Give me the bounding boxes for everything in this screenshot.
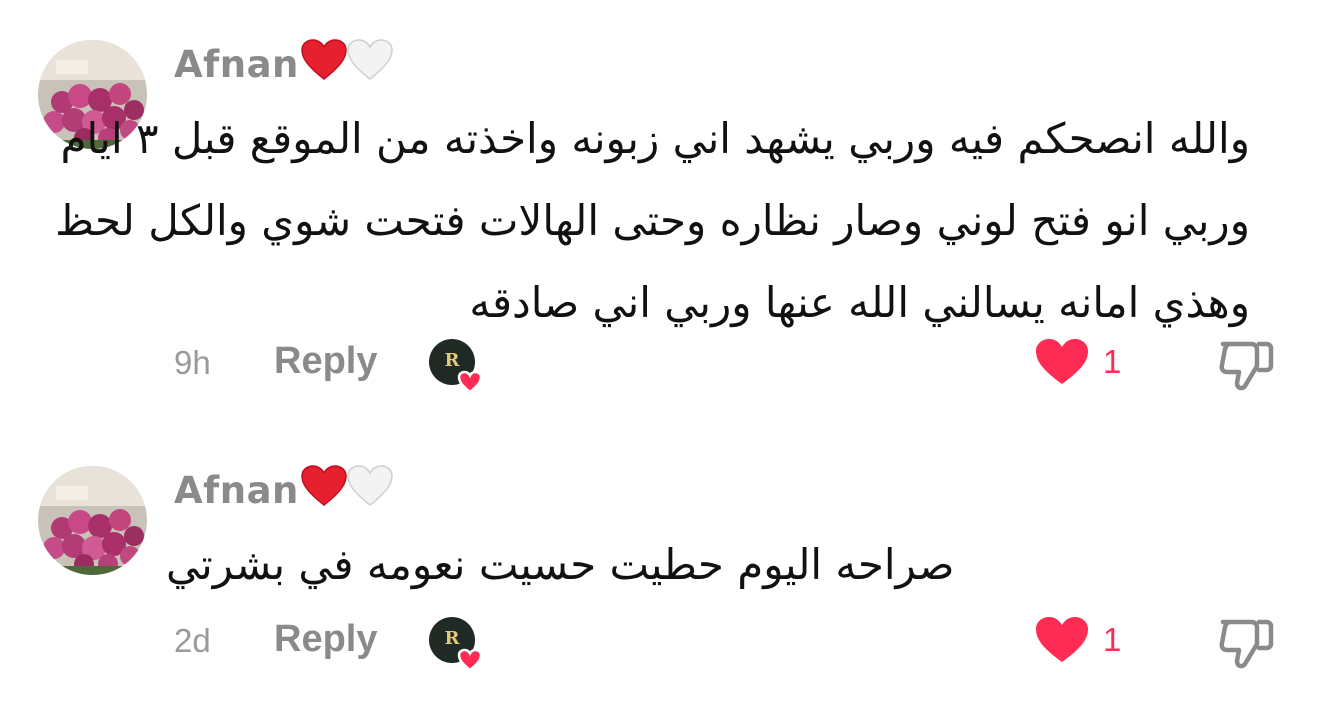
white-heart-icon — [347, 464, 393, 518]
like-button[interactable]: 1 — [1035, 616, 1121, 664]
red-heart-icon — [301, 38, 347, 92]
comment-text: صراحه اليوم حطيت حسيت نعومه في بشرتي — [166, 524, 1250, 606]
comment-actions: 9h Reply R 1 — [0, 330, 1320, 400]
heart-filled-icon — [1036, 339, 1088, 384]
timestamp: 2d — [174, 622, 211, 659]
creator-liked-badge-icon: R — [428, 336, 488, 396]
svg-text:R: R — [445, 628, 461, 649]
comment-line: والله انصحكم فيه وربي يشهد اني زبونه واخ… — [60, 114, 1250, 163]
username[interactable]: Afnan — [174, 38, 393, 88]
avatar[interactable] — [38, 466, 147, 575]
timestamp: 9h — [174, 344, 211, 381]
like-count: 1 — [1103, 621, 1122, 658]
dislike-icon[interactable] — [1217, 614, 1275, 672]
comment-line: وربي انو فتح لوني وصار نظاره وحتى الهالا… — [55, 196, 1250, 245]
dislike-icon[interactable] — [1217, 336, 1275, 394]
reply-button[interactable]: Reply — [274, 618, 377, 661]
red-heart-icon — [301, 464, 347, 518]
svg-text:R: R — [445, 350, 461, 371]
comment-text: والله انصحكم فيه وربي يشهد اني زبونه واخ… — [55, 98, 1250, 344]
reply-button[interactable]: Reply — [274, 340, 377, 383]
like-button[interactable]: 1 — [1035, 338, 1121, 386]
like-count: 1 — [1103, 343, 1122, 380]
heart-filled-icon — [1036, 617, 1088, 662]
creator-liked-badge-icon: R — [428, 614, 488, 674]
username[interactable]: Afnan — [174, 464, 393, 514]
username-text: Afnan — [174, 43, 299, 86]
white-heart-icon — [347, 38, 393, 92]
comment-actions: 2d Reply R 1 — [0, 608, 1320, 678]
username-text: Afnan — [174, 469, 299, 512]
comment-line: صراحه اليوم حطيت حسيت نعومه في بشرتي — [166, 540, 955, 589]
